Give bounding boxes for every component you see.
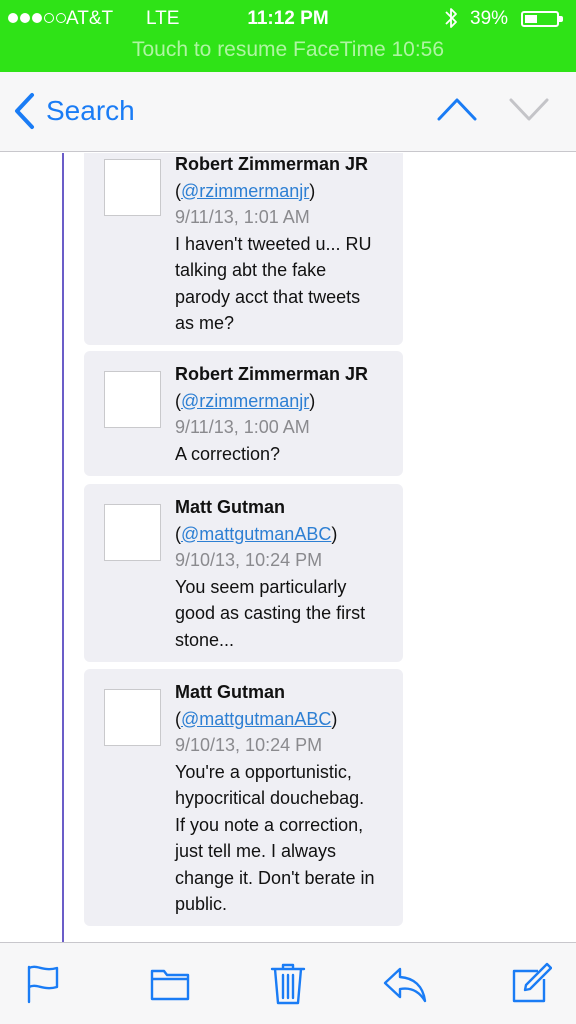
tweet-handle-line: (@rzimmermanjr) (175, 388, 397, 415)
back-button[interactable]: Search (12, 90, 135, 132)
bluetooth-icon (445, 8, 457, 28)
flag-button[interactable] (22, 961, 64, 1005)
message-body[interactable]: Robert Zimmerman JR (@rzimmermanjr) 9/11… (0, 153, 576, 942)
avatar (104, 159, 161, 216)
paren: ) (331, 708, 338, 729)
status-row: AT&T LTE 11:12 PM 39% (0, 0, 576, 38)
mail-toolbar (0, 942, 576, 1024)
next-message-button[interactable] (508, 94, 550, 124)
tweet-timestamp: 9/10/13, 10:24 PM (175, 735, 323, 755)
tweet-text-line: I haven't tweeted u... RU (175, 233, 372, 254)
tweet-text: A correction? (175, 441, 397, 468)
compose-button[interactable] (510, 961, 553, 1005)
tweet-text-line: change it. Don't berate in (175, 867, 375, 888)
tweet-author: Robert Zimmerman JR (175, 364, 369, 384)
tweet-text-line: hypocritical douchebag. (175, 788, 365, 808)
tweet-text-line: just tell me. I always (175, 841, 337, 861)
battery-icon (521, 11, 563, 27)
tweet-author: Matt Gutman (175, 682, 285, 702)
tweet-text-line: public. (175, 894, 228, 914)
move-to-folder-button[interactable] (149, 961, 191, 1005)
tweet-card: Robert Zimmerman JR (@rzimmermanjr) 9/11… (84, 153, 403, 345)
tweet-text: You seem particularly good as casting th… (175, 574, 397, 654)
chevron-down-icon (509, 98, 549, 121)
avatar (104, 371, 161, 428)
tweet-text-line: A correction? (175, 443, 281, 464)
tweet-text-line: as me? (175, 313, 235, 333)
tweet-handle-line: (@rzimmermanjr) (175, 178, 397, 205)
tweet-timestamp: 9/11/13, 1:00 AM (175, 417, 310, 437)
quote-rule (62, 153, 64, 942)
battery-percent: 39% (470, 8, 509, 29)
tweet-timestamp: 9/11/13, 1:01 AM (175, 207, 310, 227)
tweet-body: Robert Zimmerman JR (@rzimmermanjr) 9/11… (175, 361, 397, 467)
battery-nub (559, 16, 563, 22)
trash-icon (270, 963, 306, 1005)
compose-icon (512, 962, 553, 1003)
tweet-body: Matt Gutman (@mattgutmanABC) 9/10/13, 10… (175, 679, 397, 918)
tweet-author: Robert Zimmerman JR (175, 154, 369, 174)
tweet-text-line: talking abt the fake (175, 260, 327, 280)
reply-icon (383, 967, 427, 1003)
tweet-text-line: good as casting the first (175, 603, 366, 623)
tweet-handle-link[interactable]: @mattgutmanABC (181, 524, 331, 544)
tweet-text-line: stone... (175, 629, 235, 650)
previous-message-button[interactable] (436, 94, 478, 124)
tweet-handle-line: (@mattgutmanABC) (175, 706, 397, 733)
tweet-card: Robert Zimmerman JR (@rzimmermanjr) 9/11… (84, 351, 403, 476)
nav-bar: Search (0, 72, 576, 152)
tweet-author: Matt Gutman (175, 497, 285, 517)
tweet-card: Matt Gutman (@mattgutmanABC) 9/10/13, 10… (84, 669, 403, 926)
facetime-resume-banner[interactable]: Touch to resume FaceTime 10:56 (0, 38, 576, 62)
paren: ) (309, 390, 316, 411)
tweet-handle-link[interactable]: @rzimmermanjr (181, 391, 309, 411)
tweet-text-line: You're a opportunistic, (175, 761, 352, 782)
tweet-handle-link[interactable]: @rzimmermanjr (181, 181, 309, 201)
tweet-handle-link[interactable]: @mattgutmanABC (181, 709, 331, 729)
tweet-body: Matt Gutman (@mattgutmanABC) 9/10/13, 10… (175, 494, 397, 653)
avatar (104, 689, 161, 746)
tweet-text-line: parody acct that tweets (175, 286, 361, 307)
tweet-text: I haven't tweeted u... RU talking abt th… (175, 231, 397, 337)
tweet-card: Matt Gutman (@mattgutmanABC) 9/10/13, 10… (84, 484, 403, 662)
delete-button[interactable] (267, 961, 309, 1005)
flag-icon (27, 965, 59, 1004)
paren: ) (309, 180, 316, 201)
tweet-text-line: You seem particularly (175, 576, 347, 597)
tweet-timestamp: 9/10/13, 10:24 PM (175, 550, 323, 570)
status-bar: AT&T LTE 11:12 PM 39% Touch to resume Fa… (0, 0, 576, 72)
tweet-text: You're a opportunistic, hypocritical dou… (175, 759, 397, 918)
avatar (104, 504, 161, 561)
back-label: Search (46, 95, 135, 126)
folder-icon (150, 969, 190, 1001)
tweet-text-line: If you note a correction, (175, 814, 364, 835)
tweet-handle-line: (@mattgutmanABC) (175, 521, 397, 548)
battery-fill (525, 15, 537, 23)
chevron-up-icon (437, 98, 477, 121)
tweet-body: Robert Zimmerman JR (@rzimmermanjr) 9/11… (175, 153, 397, 337)
reply-button[interactable] (382, 961, 428, 1005)
paren: ) (331, 523, 338, 544)
chevron-left-icon (15, 93, 34, 129)
